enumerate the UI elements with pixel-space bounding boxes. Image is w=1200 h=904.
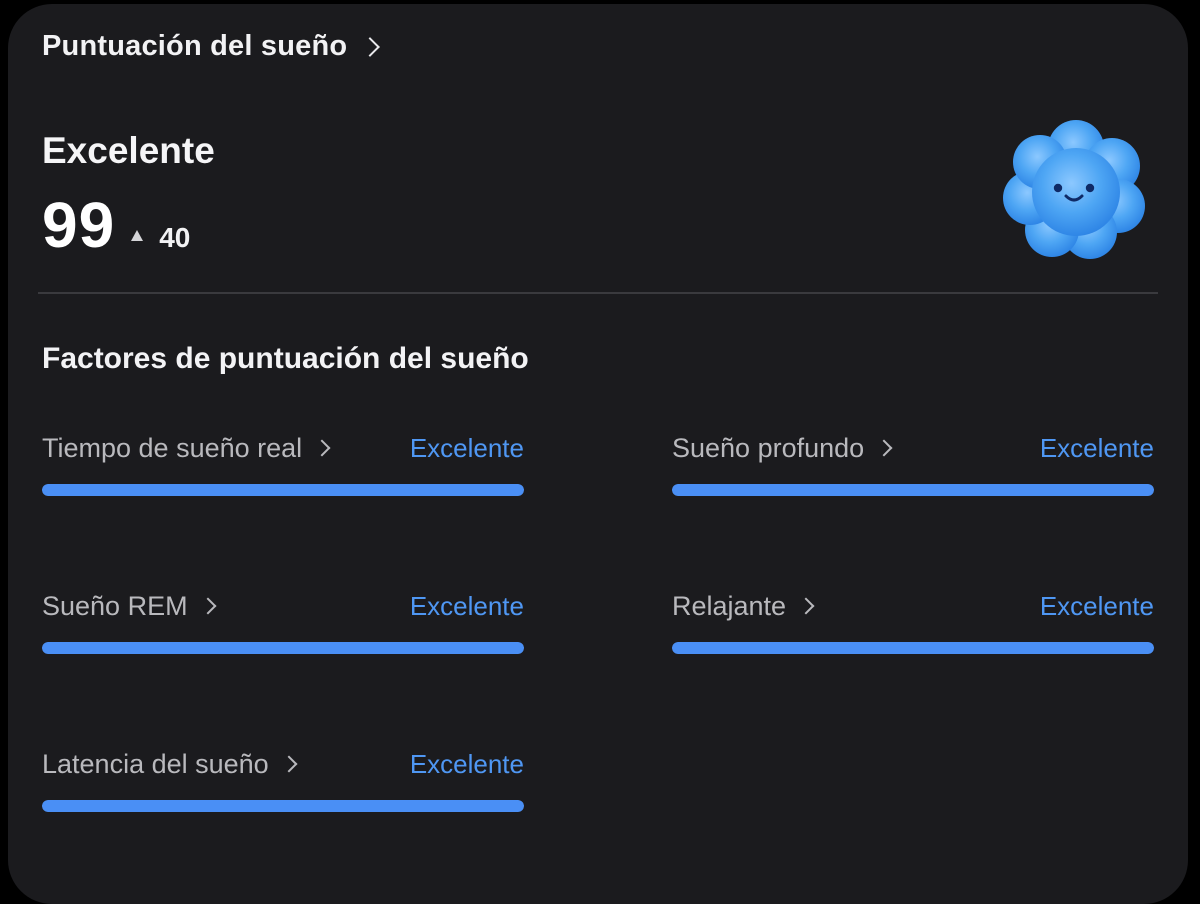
sleep-score-card: Puntuación del sueño Excelente 99 40 Fac… bbox=[8, 4, 1188, 904]
factor-progress-fill bbox=[672, 642, 1154, 654]
factor-label: Tiempo de sueño real bbox=[42, 432, 303, 463]
factor-progress-fill bbox=[42, 642, 524, 654]
score-status-label: Excelente bbox=[42, 130, 215, 171]
sleep-score-header-link[interactable]: Puntuación del sueño bbox=[42, 30, 381, 63]
triangle-up-icon bbox=[131, 230, 144, 241]
chevron-right-icon bbox=[313, 439, 331, 457]
chevron-right-icon bbox=[875, 439, 893, 457]
section-divider bbox=[38, 292, 1158, 294]
factor-label: Relajante bbox=[672, 590, 787, 621]
factor-rating: Excelente bbox=[409, 432, 524, 463]
chevron-right-icon bbox=[360, 36, 381, 57]
factor-progress-bar bbox=[672, 484, 1154, 496]
chevron-right-icon bbox=[280, 755, 298, 773]
factor-item-actual-sleep-time[interactable]: Tiempo de sueño real Excelente bbox=[42, 428, 524, 498]
factor-label: Sueño REM bbox=[42, 590, 188, 621]
factor-item-sleep-latency[interactable]: Latencia del sueño Excelente bbox=[42, 744, 524, 814]
factor-progress-fill bbox=[672, 484, 1154, 496]
score-row: 99 40 bbox=[42, 188, 190, 262]
factors-title: Factores de puntuación del sueño bbox=[42, 342, 529, 375]
chevron-right-icon bbox=[797, 597, 815, 615]
factor-item-rem-sleep[interactable]: Sueño REM Excelente bbox=[42, 586, 524, 656]
factor-item-restful[interactable]: Relajante Excelente bbox=[672, 586, 1154, 656]
chevron-right-icon bbox=[199, 597, 217, 615]
factor-progress-bar bbox=[42, 642, 524, 654]
factor-rating: Excelente bbox=[409, 748, 524, 779]
score-value: 99 bbox=[42, 189, 116, 261]
factor-item-deep-sleep[interactable]: Sueño profundo Excelente bbox=[672, 428, 1154, 498]
factor-progress-fill bbox=[42, 484, 524, 496]
sleep-score-title: Puntuación del sueño bbox=[42, 30, 348, 62]
factor-label: Latencia del sueño bbox=[42, 748, 269, 779]
factor-progress-fill bbox=[42, 800, 524, 812]
factor-rating: Excelente bbox=[1039, 590, 1154, 621]
factor-rating: Excelente bbox=[409, 590, 524, 621]
smiling-cloud-icon bbox=[1003, 120, 1145, 259]
factor-rating: Excelente bbox=[1039, 432, 1154, 463]
factor-progress-bar bbox=[42, 800, 524, 812]
factor-progress-bar bbox=[42, 484, 524, 496]
factor-label: Sueño profundo bbox=[672, 432, 865, 463]
score-delta: 40 bbox=[159, 222, 191, 253]
factor-progress-bar bbox=[672, 642, 1154, 654]
